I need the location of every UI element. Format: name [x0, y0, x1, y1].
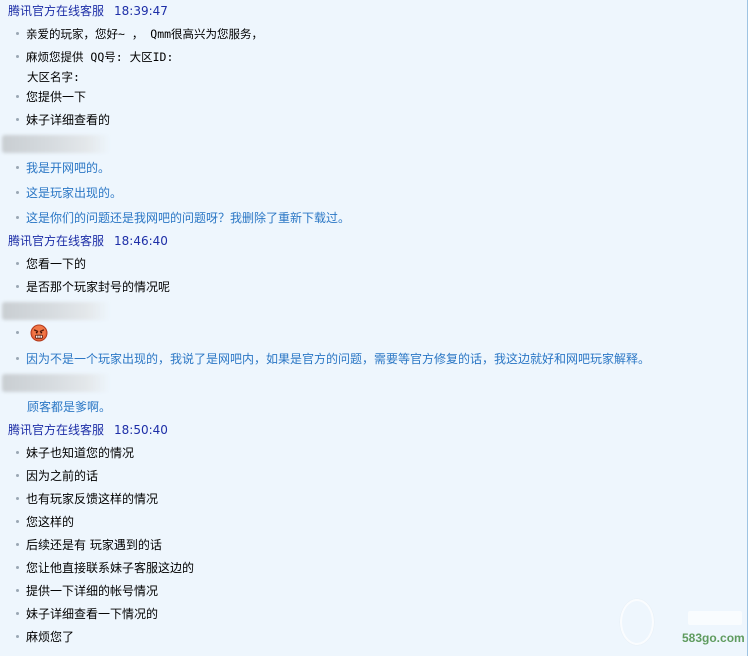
agent-message-line: 亲爱的玩家，您好~ ， Qmm很高兴为您服务，: [16, 25, 263, 43]
agent-message-header: 腾讯官方在线客服 18:50:40: [8, 422, 168, 438]
agent-message-header: 腾讯官方在线客服 18:39:47: [8, 3, 168, 19]
message-time: 18:50:40: [114, 423, 168, 437]
agent-name: 腾讯官方在线客服: [8, 234, 105, 248]
bullet-dot: [16, 166, 19, 169]
bullet-dot: [16, 95, 19, 98]
agent-message-line: 您提供一下: [16, 88, 86, 106]
agent-message-line: 是否那个玩家封号的情况呢: [16, 278, 170, 296]
bullet-dot: [16, 635, 19, 638]
agent-name: 腾讯官方在线客服: [8, 4, 105, 18]
bullet-dot: [16, 118, 19, 121]
agent-message-line: 您这样的: [16, 513, 74, 531]
agent-message-line: 妹子也知道您的情况: [16, 444, 134, 462]
agent-message-line: 妹子详细查看一下情况的: [16, 605, 158, 623]
bullet-dot: [16, 543, 19, 546]
watermark-logo-icon: [620, 599, 654, 645]
angry-face-emoticon-icon: [30, 324, 48, 341]
bullet-dot: [16, 589, 19, 592]
agent-message-header: 腾讯官方在线客服 18:46:40: [8, 233, 168, 249]
bullet-dot: [16, 474, 19, 477]
agent-message-line: 妹子详细查看的: [16, 111, 110, 129]
watermark-band: [688, 611, 742, 625]
site-watermark: 583go.com: [610, 597, 747, 655]
user-message-line: 这是玩家出现的。: [16, 184, 122, 202]
user-message-line: 顾客都是爹啊。: [27, 400, 112, 414]
bullet-dot: [16, 612, 19, 615]
redacted-user-header: [2, 135, 110, 153]
bullet-dot: [16, 285, 19, 288]
agent-message-line: 您让他直接联系妹子客服这边的: [16, 559, 194, 577]
agent-message-line: 麻烦您提供 QQ号: 大区ID:: [16, 48, 173, 66]
redacted-user-header: [2, 374, 110, 392]
bullet-dot: [16, 55, 19, 58]
bullet-dot: [16, 566, 19, 569]
bullet-dot: [16, 451, 19, 454]
user-message-line: 因为不是一个玩家出现的，我说了是网吧内，如果是官方的问题，需要等官方修复的话，我…: [16, 350, 650, 368]
bullet-dot: [16, 32, 19, 35]
redacted-user-header: [2, 302, 110, 320]
agent-message-line: 大区名字:: [27, 70, 80, 84]
bullet-dot: [16, 497, 19, 500]
watermark-site-text: 583go.com: [682, 631, 745, 645]
agent-message-line: 也有玩家反馈这样的情况: [16, 490, 158, 508]
bullet-dot: [16, 520, 19, 523]
user-message-line: 这是你们的问题还是我网吧的问题呀？我删除了重新下载过。: [16, 209, 350, 227]
agent-message-line: 麻烦您了: [16, 628, 74, 646]
agent-message-line: 提供一下详细的帐号情况: [16, 582, 158, 600]
user-message-line: [16, 324, 48, 342]
bullet-dot: [16, 216, 19, 219]
bullet-dot: [16, 191, 19, 194]
agent-message-line: 因为之前的话: [16, 467, 98, 485]
chat-history-pane[interactable]: 腾讯官方在线客服 18:39:47 亲爱的玩家，您好~ ， Qmm很高兴为您服务，…: [0, 0, 748, 656]
user-message-line: 我是开网吧的。: [16, 159, 110, 177]
agent-message-line: 后续还是有 玩家遇到的话: [16, 536, 162, 554]
bullet-dot: [16, 331, 19, 334]
bullet-dot: [16, 262, 19, 265]
agent-message-line: 您看一下的: [16, 255, 86, 273]
bullet-dot: [16, 357, 19, 360]
message-time: 18:46:40: [114, 234, 168, 248]
message-time: 18:39:47: [114, 4, 168, 18]
agent-name: 腾讯官方在线客服: [8, 423, 105, 437]
